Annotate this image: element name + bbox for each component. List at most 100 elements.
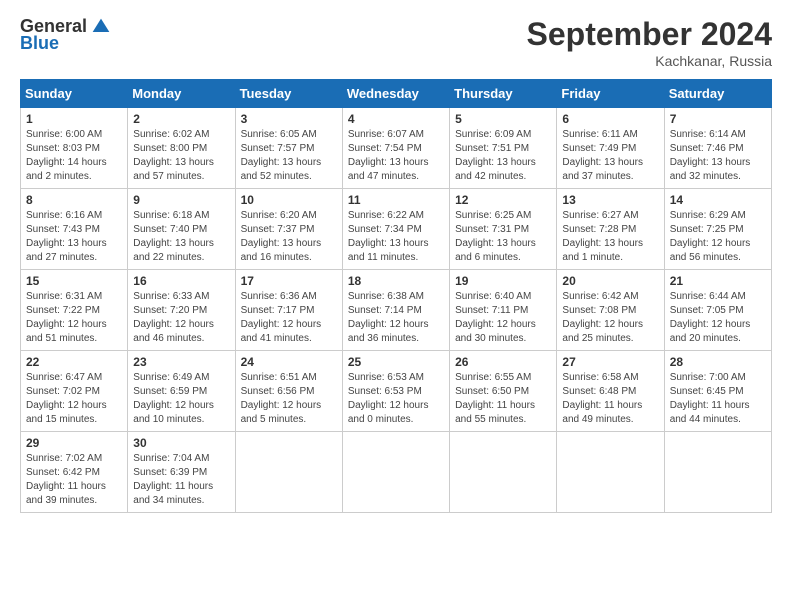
day-cell: 16 Sunrise: 6:33 AM Sunset: 7:20 PM Dayli… (128, 270, 235, 351)
day-info: Sunrise: 7:00 AM Sunset: 6:45 PM Dayligh… (670, 371, 766, 427)
day-cell (342, 432, 449, 513)
weekday-header-friday: Friday (557, 80, 664, 108)
day-cell (557, 432, 664, 513)
day-cell: 22 Sunrise: 6:47 AM Sunset: 7:02 PM Dayli… (21, 351, 128, 432)
day-cell: 20Sunrise: 6:42 AM Sunset: 7:08 PM Dayli… (557, 270, 664, 351)
day-info: Sunrise: 6:36 AM Sunset: 7:17 PM Dayligh… (241, 290, 337, 346)
day-cell (235, 432, 342, 513)
calendar-table: SundayMondayTuesdayWednesdayThursdayFrid… (20, 79, 772, 513)
day-cell: 25 Sunrise: 6:53 AM Sunset: 6:53 PM Dayli… (342, 351, 449, 432)
logo: General Blue (20, 16, 111, 54)
day-cell: 11Sunrise: 6:22 AM Sunset: 7:34 PM Dayli… (342, 189, 449, 270)
day-number: 22 (26, 355, 122, 369)
day-cell: 7 Sunrise: 6:14 AM Sunset: 7:46 PM Daylig… (664, 108, 771, 189)
day-cell (664, 432, 771, 513)
day-cell: 13 Sunrise: 6:27 AM Sunset: 7:28 PM Dayli… (557, 189, 664, 270)
weekday-header-monday: Monday (128, 80, 235, 108)
day-number: 4 (348, 112, 444, 126)
day-info: Sunrise: 6:18 AM Sunset: 7:40 PM Dayligh… (133, 209, 229, 265)
day-info: Sunrise: 6:02 AM Sunset: 8:00 PM Dayligh… (133, 128, 229, 184)
day-info: Sunrise: 6:31 AM Sunset: 7:22 PM Dayligh… (26, 290, 122, 346)
day-number: 14 (670, 193, 766, 207)
day-cell: 14 Sunrise: 6:29 AM Sunset: 7:25 PM Dayli… (664, 189, 771, 270)
day-number: 1 (26, 112, 122, 126)
day-info: Sunrise: 6:53 AM Sunset: 6:53 PM Dayligh… (348, 371, 444, 427)
day-info: Sunrise: 6:47 AM Sunset: 7:02 PM Dayligh… (26, 371, 122, 427)
day-number: 6 (562, 112, 658, 126)
day-cell: 10 Sunrise: 6:20 AM Sunset: 7:37 PM Dayli… (235, 189, 342, 270)
day-info: Sunrise: 6:44 AM Sunset: 7:05 PM Dayligh… (670, 290, 766, 346)
day-info: Sunrise: 6:55 AM Sunset: 6:50 PM Dayligh… (455, 371, 551, 427)
day-info: Sunrise: 6:14 AM Sunset: 7:46 PM Dayligh… (670, 128, 766, 184)
day-info: Sunrise: 6:40 AM Sunset: 7:11 PM Dayligh… (455, 290, 551, 346)
day-number: 13 (562, 193, 658, 207)
day-cell: 2 Sunrise: 6:02 AM Sunset: 8:00 PM Daylig… (128, 108, 235, 189)
weekday-header-saturday: Saturday (664, 80, 771, 108)
weekday-header-wednesday: Wednesday (342, 80, 449, 108)
day-info: Sunrise: 6:20 AM Sunset: 7:37 PM Dayligh… (241, 209, 337, 265)
week-row-2: 8Sunrise: 6:16 AM Sunset: 7:43 PM Daylig… (21, 189, 772, 270)
weekday-header-row: SundayMondayTuesdayWednesdayThursdayFrid… (21, 80, 772, 108)
day-info: Sunrise: 6:07 AM Sunset: 7:54 PM Dayligh… (348, 128, 444, 184)
page: General Blue September 2024 Kachkanar, R… (0, 0, 792, 612)
logo-blue-text: Blue (20, 33, 59, 54)
day-cell: 21 Sunrise: 6:44 AM Sunset: 7:05 PM Dayli… (664, 270, 771, 351)
day-cell: 17Sunrise: 6:36 AM Sunset: 7:17 PM Dayli… (235, 270, 342, 351)
day-number: 29 (26, 436, 122, 450)
day-info: Sunrise: 7:04 AM Sunset: 6:39 PM Dayligh… (133, 452, 229, 508)
day-number: 15 (26, 274, 122, 288)
day-number: 30 (133, 436, 229, 450)
day-info: Sunrise: 6:11 AM Sunset: 7:49 PM Dayligh… (562, 128, 658, 184)
day-number: 18 (348, 274, 444, 288)
day-cell: 6 Sunrise: 6:11 AM Sunset: 7:49 PM Daylig… (557, 108, 664, 189)
day-cell: 23 Sunrise: 6:49 AM Sunset: 6:59 PM Dayli… (128, 351, 235, 432)
week-row-1: 1 Sunrise: 6:00 AM Sunset: 8:03 PM Daylig… (21, 108, 772, 189)
day-info: Sunrise: 7:02 AM Sunset: 6:42 PM Dayligh… (26, 452, 122, 508)
day-cell: 8Sunrise: 6:16 AM Sunset: 7:43 PM Daylig… (21, 189, 128, 270)
location: Kachkanar, Russia (527, 53, 772, 69)
day-number: 21 (670, 274, 766, 288)
day-info: Sunrise: 6:05 AM Sunset: 7:57 PM Dayligh… (241, 128, 337, 184)
day-number: 9 (133, 193, 229, 207)
day-cell: 5Sunrise: 6:09 AM Sunset: 7:51 PM Daylig… (450, 108, 557, 189)
day-info: Sunrise: 6:09 AM Sunset: 7:51 PM Dayligh… (455, 128, 551, 184)
day-info: Sunrise: 6:42 AM Sunset: 7:08 PM Dayligh… (562, 290, 658, 346)
day-info: Sunrise: 6:16 AM Sunset: 7:43 PM Dayligh… (26, 209, 122, 265)
day-number: 16 (133, 274, 229, 288)
day-cell: 27 Sunrise: 6:58 AM Sunset: 6:48 PM Dayli… (557, 351, 664, 432)
day-number: 2 (133, 112, 229, 126)
day-info: Sunrise: 6:49 AM Sunset: 6:59 PM Dayligh… (133, 371, 229, 427)
day-info: Sunrise: 6:00 AM Sunset: 8:03 PM Dayligh… (26, 128, 122, 184)
day-cell: 24Sunrise: 6:51 AM Sunset: 6:56 PM Dayli… (235, 351, 342, 432)
day-info: Sunrise: 6:58 AM Sunset: 6:48 PM Dayligh… (562, 371, 658, 427)
weekday-header-tuesday: Tuesday (235, 80, 342, 108)
day-number: 24 (241, 355, 337, 369)
header: General Blue September 2024 Kachkanar, R… (20, 16, 772, 69)
day-info: Sunrise: 6:29 AM Sunset: 7:25 PM Dayligh… (670, 209, 766, 265)
day-cell: 3 Sunrise: 6:05 AM Sunset: 7:57 PM Daylig… (235, 108, 342, 189)
logo-icon (91, 17, 111, 37)
day-number: 25 (348, 355, 444, 369)
day-cell: 28 Sunrise: 7:00 AM Sunset: 6:45 PM Dayli… (664, 351, 771, 432)
day-cell: 19 Sunrise: 6:40 AM Sunset: 7:11 PM Dayli… (450, 270, 557, 351)
day-cell: 15 Sunrise: 6:31 AM Sunset: 7:22 PM Dayli… (21, 270, 128, 351)
day-info: Sunrise: 6:25 AM Sunset: 7:31 PM Dayligh… (455, 209, 551, 265)
day-number: 7 (670, 112, 766, 126)
day-number: 19 (455, 274, 551, 288)
week-row-5: 29 Sunrise: 7:02 AM Sunset: 6:42 PM Dayli… (21, 432, 772, 513)
day-info: Sunrise: 6:33 AM Sunset: 7:20 PM Dayligh… (133, 290, 229, 346)
day-info: Sunrise: 6:22 AM Sunset: 7:34 PM Dayligh… (348, 209, 444, 265)
weekday-header-thursday: Thursday (450, 80, 557, 108)
day-number: 23 (133, 355, 229, 369)
day-number: 10 (241, 193, 337, 207)
day-info: Sunrise: 6:27 AM Sunset: 7:28 PM Dayligh… (562, 209, 658, 265)
week-row-4: 22 Sunrise: 6:47 AM Sunset: 7:02 PM Dayli… (21, 351, 772, 432)
day-cell: 9 Sunrise: 6:18 AM Sunset: 7:40 PM Daylig… (128, 189, 235, 270)
day-number: 28 (670, 355, 766, 369)
title-area: September 2024 Kachkanar, Russia (527, 16, 772, 69)
day-cell: 12Sunrise: 6:25 AM Sunset: 7:31 PM Dayli… (450, 189, 557, 270)
week-row-3: 15 Sunrise: 6:31 AM Sunset: 7:22 PM Dayli… (21, 270, 772, 351)
day-cell: 29 Sunrise: 7:02 AM Sunset: 6:42 PM Dayli… (21, 432, 128, 513)
day-number: 27 (562, 355, 658, 369)
day-number: 3 (241, 112, 337, 126)
